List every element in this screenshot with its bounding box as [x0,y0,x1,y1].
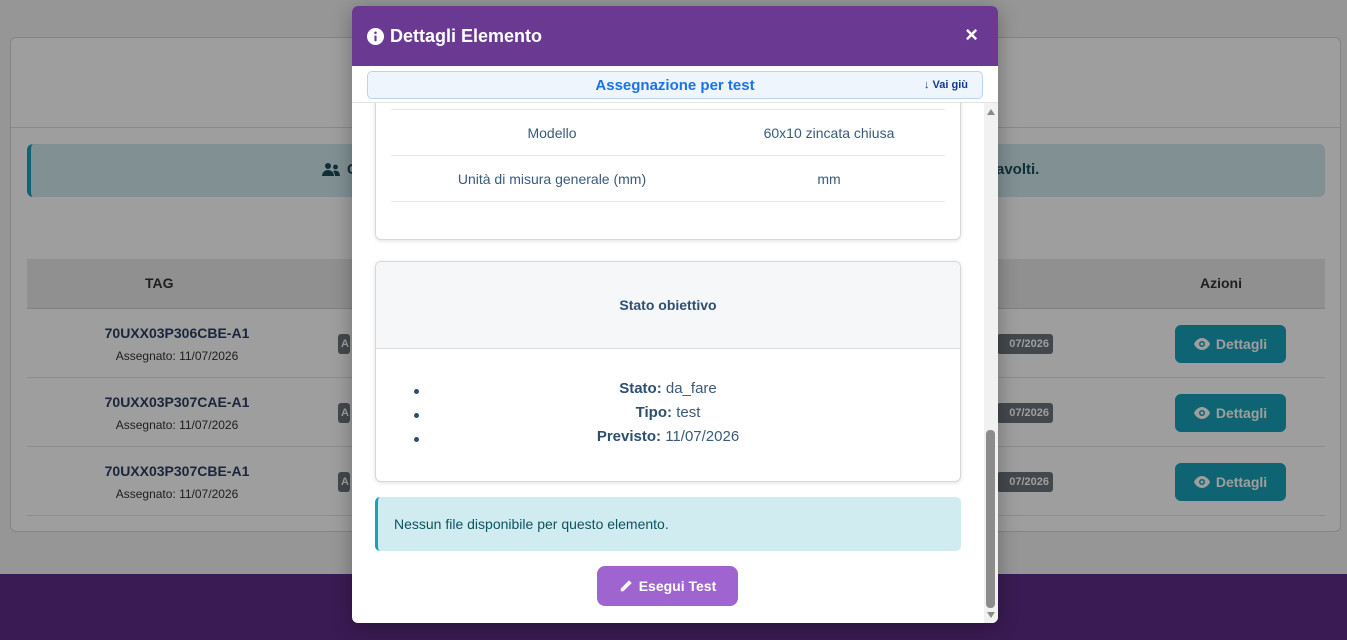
details-modal: Dettagli Elemento × Assegnazione per tes… [352,6,998,623]
property-row: Lunghezza prevista 30 [391,103,945,110]
status-card: Stato obiettivo Stato: da_fare Tipo: tes… [375,261,961,482]
status-item-label: Stato: [619,380,662,397]
status-item-value: 11/07/2026 [665,428,740,445]
status-item-label: Previsto: [596,428,662,445]
modal-body[interactable]: Lunghezza prevista 30 Modello 60x10 zinc… [352,103,984,623]
property-value: mm [817,171,841,187]
status-card-header: Stato obiettivo [376,262,960,349]
modal-scrollbar[interactable] [984,103,998,623]
status-item-label: Tipo: [635,404,673,421]
no-files-message: Nessun file disponibile per questo eleme… [394,516,669,532]
property-value: 60x10 zincata chiusa [763,125,895,141]
status-item-value: da_fare [665,380,717,397]
assignment-bar: Assegnazione per test ↓ Vai giù [367,71,983,99]
assignment-title: Assegnazione per test [595,77,755,94]
info-circle-icon [367,27,384,45]
modal-header: Dettagli Elemento × [352,6,998,66]
run-test-button[interactable]: Esegui Test [597,566,738,606]
close-icon[interactable]: × [965,23,978,47]
status-card-title: Stato obiettivo [619,297,717,313]
property-key: Unità di misura generale (mm) [457,171,647,187]
properties-card: Lunghezza prevista 30 Modello 60x10 zinc… [375,103,961,240]
scroll-down-arrow-icon[interactable] [987,612,995,618]
scrollbar-thumb[interactable] [986,430,995,608]
scroll-down-link[interactable]: ↓ Vai giù [924,79,968,91]
status-item-value: test [676,404,701,421]
property-row: Modello 60x10 zincata chiusa [391,110,945,156]
status-item: Tipo: test [376,404,960,428]
property-row: Unità di misura generale (mm) mm [391,156,945,202]
property-key: Modello [527,125,577,141]
status-item: Previsto: 11/07/2026 [376,428,960,452]
scroll-down-label: Vai giù [932,79,968,91]
status-item: Stato: da_fare [376,380,960,404]
scroll-up-arrow-icon[interactable] [987,109,995,115]
no-files-alert: Nessun file disponibile per questo eleme… [375,497,961,551]
modal-title: Dettagli Elemento [390,25,543,46]
pencil-icon [620,580,632,592]
status-list: Stato: da_fare Tipo: test Previsto: 11/0… [376,380,960,452]
arrow-down-icon: ↓ [923,79,930,91]
run-test-label: Esegui Test [638,578,717,594]
